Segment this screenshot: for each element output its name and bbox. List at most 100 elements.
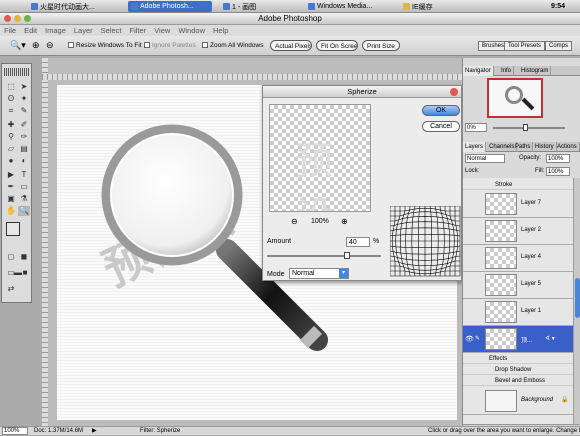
zoom-icon[interactable] [24, 15, 31, 22]
taskbar-item-paint[interactable]: 1 - 画图 [220, 1, 259, 12]
fit-on-screen-button[interactable]: Fit On Screen [316, 40, 358, 51]
tab-layers[interactable]: Layers [463, 142, 487, 152]
resize-windows-checkbox[interactable]: Resize Windows To Fit [68, 40, 142, 51]
layer-effect-drop-shadow[interactable]: Drop Shadow [463, 365, 573, 375]
minimize-icon[interactable] [14, 15, 21, 22]
layer-row-background[interactable]: Background 🔒 [463, 388, 573, 415]
notes-tool-icon[interactable]: ▣ [5, 194, 17, 204]
scrollbar-thumb[interactable] [575, 278, 580, 318]
layer-row[interactable]: Layer 1 [463, 299, 573, 326]
layer-row[interactable]: Layer 4 [463, 245, 573, 272]
taskbar-item-iecache[interactable]: IE缓存 [400, 1, 436, 12]
dodge-tool-icon[interactable]: ◐ [18, 156, 30, 166]
jump-to-imageready-icon[interactable]: ⇄ [5, 284, 17, 294]
zoom-all-windows-checkbox[interactable]: Zoom All Windows [202, 40, 263, 51]
hand-tool-icon[interactable]: ✋ [5, 206, 17, 216]
menu-select[interactable]: Select [101, 25, 122, 36]
layer-row-selected[interactable]: 👁 ✎ 顶... ∢ ▾ [463, 326, 573, 353]
quickmask-mode-icon[interactable]: ◼ [18, 252, 30, 262]
menu-view[interactable]: View [154, 25, 170, 36]
tab-history[interactable]: History [533, 142, 557, 152]
taskbar-item-mediaplayer[interactable]: Windows Media... [305, 1, 375, 12]
mode-select[interactable]: Normal ▾ [289, 268, 349, 279]
filter-preview[interactable]: 预设去 [269, 104, 371, 212]
tab-navigator[interactable]: Navigator [463, 66, 494, 76]
tool-presets-tab[interactable]: Tool Presets [504, 41, 546, 51]
ignore-palettes-checkbox[interactable]: Ignore Palettes [144, 40, 196, 51]
comps-tab[interactable]: Comps [545, 41, 573, 51]
zoom-in-icon[interactable]: ⊕ [341, 217, 348, 226]
menu-filter[interactable]: Filter [130, 25, 147, 36]
zoom-out-icon[interactable]: ⊖ [291, 217, 298, 226]
fill-input[interactable]: 100% [546, 167, 570, 176]
amount-input[interactable]: 40 [346, 237, 370, 247]
navigator-zoom-slider[interactable] [493, 127, 565, 129]
tab-histogram[interactable]: Histogram [519, 66, 552, 76]
taskbar-item-photoshop[interactable]: Adobe Photosh... [128, 1, 212, 12]
healing-brush-icon[interactable]: ✚ [5, 120, 17, 130]
menu-window[interactable]: Window [178, 25, 205, 36]
path-select-icon[interactable]: ▶ [5, 170, 17, 180]
screen-mode-full-icon[interactable]: ■ [19, 268, 31, 278]
layer-row[interactable]: Layer 2 [463, 218, 573, 245]
navigator-preview[interactable] [487, 78, 543, 118]
taskbar-item-app1[interactable]: 火星时代动画大... [28, 1, 98, 12]
gradient-tool-icon[interactable]: ▤ [18, 144, 30, 154]
marquee-tool-icon[interactable]: ⬚ [5, 82, 17, 92]
zoom-tool-icon[interactable]: 🔍▾ [10, 40, 26, 51]
actual-pixels-button[interactable]: Actual Pixels [270, 40, 312, 51]
layer-thumbnail [485, 301, 517, 323]
eraser-tool-icon[interactable]: ▱ [5, 144, 17, 154]
layer-row[interactable]: Layer 7 [463, 191, 573, 218]
crop-tool-icon[interactable]: ⌗ [5, 106, 17, 116]
eye-icon[interactable]: 👁 [465, 335, 474, 343]
amount-slider-thumb[interactable] [343, 252, 350, 259]
move-tool-icon[interactable]: ➤ [18, 82, 30, 92]
magic-wand-icon[interactable]: ✦ [18, 94, 30, 104]
stamp-tool-icon[interactable]: ⚲ [5, 132, 17, 142]
tab-info[interactable]: Info [499, 66, 515, 76]
print-size-button[interactable]: Print Size [362, 40, 400, 51]
foreground-color-swatch[interactable] [6, 222, 20, 236]
tab-paths[interactable]: Paths [513, 142, 534, 152]
menu-file[interactable]: File [4, 25, 16, 36]
type-tool-icon[interactable]: T [18, 170, 30, 180]
effects-label[interactable]: Effects [463, 354, 573, 364]
blend-mode-select[interactable]: Normal [465, 154, 505, 163]
zoom-tool-icon[interactable]: 🔍 [18, 206, 30, 216]
history-brush-icon[interactable]: ✑ [18, 132, 30, 142]
menu-image[interactable]: Image [45, 25, 66, 36]
cancel-button[interactable]: Cancel [422, 121, 460, 132]
navigator-zoom-input[interactable]: 0% [465, 123, 487, 132]
shape-tool-icon[interactable]: ▭ [18, 182, 30, 192]
eyedropper-icon[interactable]: ⚗ [18, 194, 30, 204]
layers-list: Stroke Layer 7 Layer 2 Layer 4 Layer 5 L… [463, 178, 573, 424]
menu-edit[interactable]: Edit [24, 25, 37, 36]
layers-scrollbar[interactable] [573, 178, 580, 424]
zoom-out-icon[interactable]: ⊖ [46, 40, 54, 51]
blur-tool-icon[interactable]: ● [5, 156, 17, 166]
pen-tool-icon[interactable]: ✒ [5, 182, 17, 192]
slice-tool-icon[interactable]: ✎ [18, 106, 30, 116]
layer-effect-bevel[interactable]: Bevel and Emboss [463, 376, 573, 386]
close-icon[interactable] [450, 88, 458, 96]
layer-row[interactable]: Layer 5 [463, 272, 573, 299]
layer-thumbnail [485, 193, 517, 215]
close-icon[interactable] [4, 15, 11, 22]
navigator-zoom-thumb[interactable] [523, 124, 528, 131]
amount-slider-track[interactable] [267, 255, 381, 257]
opacity-input[interactable]: 100% [546, 154, 570, 163]
lasso-tool-icon[interactable]: ʘ [5, 94, 17, 104]
standard-mode-icon[interactable]: ◻ [5, 252, 17, 262]
layer-effect-stroke[interactable]: Stroke [463, 180, 573, 190]
checkbox-icon [144, 42, 150, 48]
menu-help[interactable]: Help [213, 25, 228, 36]
brush-tool-icon[interactable]: ✐ [18, 120, 30, 130]
menu-layer[interactable]: Layer [74, 25, 93, 36]
ok-button[interactable]: OK [422, 105, 460, 116]
opacity-label: Opacity: [519, 155, 542, 161]
toolbox-grip[interactable] [4, 68, 30, 76]
status-zoom[interactable]: 100% [2, 427, 28, 435]
tab-actions[interactable]: Actions [555, 142, 580, 152]
zoom-in-icon[interactable]: ⊕ [32, 40, 40, 51]
